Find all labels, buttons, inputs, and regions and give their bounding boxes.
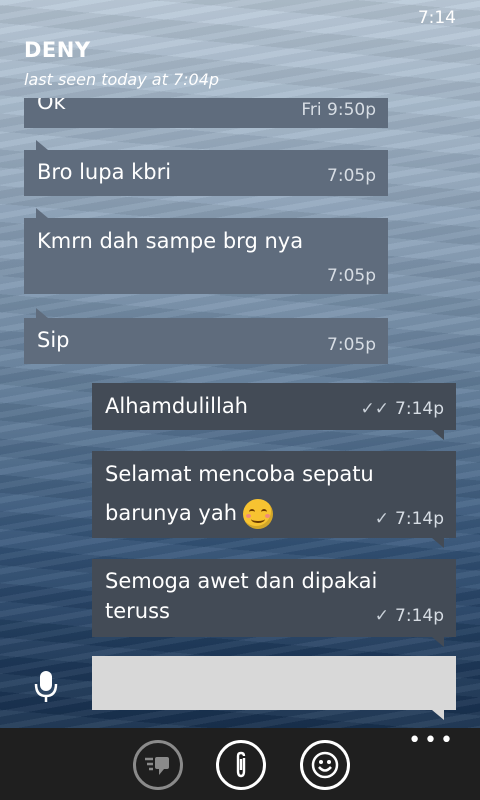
message-bubble-incoming[interactable]: Bro lupa kbri 7:05p	[24, 140, 388, 196]
message-time: Fri 9:50p	[301, 100, 376, 120]
contact-name[interactable]: DENY	[24, 38, 91, 62]
attach-icon[interactable]	[216, 740, 266, 790]
message-meta: ✓ 7:14p	[375, 509, 444, 529]
message-text-line-2: barunya yah	[105, 499, 274, 529]
check-icon: ✓	[374, 509, 390, 529]
microphone-icon[interactable]	[34, 670, 58, 708]
message-text: Sip	[37, 328, 70, 352]
ellipsis-icon[interactable]: •••	[408, 730, 456, 752]
last-seen-status: last seen today at 7:04p	[24, 70, 220, 89]
smiling-face-emoji-icon	[243, 499, 274, 529]
message-meta: ✓✓ 7:14p	[361, 399, 444, 419]
message-time: 7:14p	[395, 509, 444, 529]
message-text: barunya yah	[105, 501, 238, 525]
message-bubble-incoming[interactable]: Sip 7:05p	[24, 308, 388, 364]
message-time: 7:05p	[327, 266, 376, 286]
message-time: 7:14p	[395, 399, 444, 419]
message-bubble-outgoing[interactable]: Alhamdulillah ✓✓ 7:14p	[92, 383, 456, 440]
message-text-line-2: teruss	[105, 599, 170, 623]
status-bar-time: 7:14	[417, 8, 456, 28]
message-text: Alhamdulillah	[105, 394, 248, 418]
message-bubble-incoming[interactable]: Kmrn dah sampe brg nya 7:05p	[24, 208, 388, 294]
message-bubble-outgoing[interactable]: Selamat mencoba sepatu barunya yah ✓ 7:14…	[92, 451, 456, 548]
message-time: 7:05p	[327, 335, 376, 355]
message-text-line-1: Semoga awet dan dipakai	[105, 569, 378, 593]
message-input[interactable]	[92, 656, 456, 720]
message-meta: ✓ 7:14p	[375, 606, 444, 626]
message-text: Ok	[37, 98, 66, 114]
app-bar: •••	[0, 728, 480, 800]
message-bubble-incoming[interactable]: Ok Fri 9:50p	[24, 98, 388, 128]
check-icon: ✓	[374, 606, 390, 626]
message-text-line-1: Selamat mencoba sepatu	[105, 462, 374, 486]
emoji-keyboard-icon[interactable]	[133, 740, 183, 790]
message-time: 7:05p	[327, 166, 376, 186]
message-text: Bro lupa kbri	[37, 160, 172, 184]
message-text: Kmrn dah sampe brg nya	[37, 229, 304, 253]
message-bubble-outgoing[interactable]: Semoga awet dan dipakai teruss ✓ 7:14p	[92, 559, 456, 647]
message-time: 7:14p	[395, 606, 444, 626]
smiley-icon[interactable]	[300, 740, 350, 790]
double-check-icon: ✓✓	[360, 399, 390, 419]
